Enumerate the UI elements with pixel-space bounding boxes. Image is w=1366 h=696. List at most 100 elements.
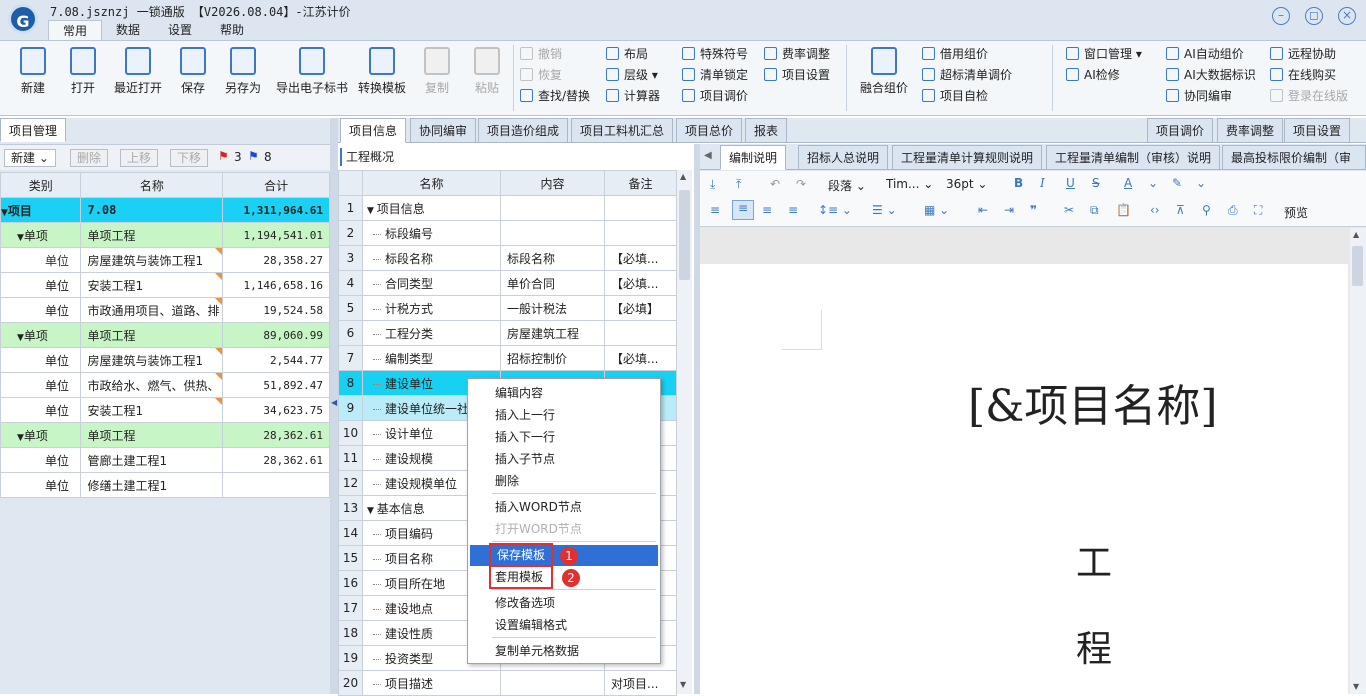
align-left-icon[interactable]: ≡ — [710, 203, 720, 217]
merge-pricing-button[interactable]: 融合组价 — [856, 47, 912, 96]
ai-repair-button[interactable]: AI检修 — [1066, 65, 1120, 85]
tab-common[interactable]: 常用 — [48, 20, 103, 40]
splitter[interactable]: ◀ — [330, 118, 338, 694]
tab-preparation-notes[interactable]: 编制说明 — [720, 145, 787, 170]
save-button[interactable]: 保存 — [172, 47, 214, 96]
justify-icon[interactable]: ≡ — [788, 203, 798, 217]
tab-list-compile-notes[interactable]: 工程量清单编制（审核）说明 — [1046, 145, 1221, 170]
table-row[interactable]: 单位 安装工程1 1,146,658.16 — [0, 272, 330, 298]
scroll-thumb[interactable] — [679, 190, 690, 280]
red-flag-icon[interactable]: ⚑ — [218, 149, 229, 163]
highlight-icon[interactable]: ✎ — [1172, 176, 1182, 190]
tab-settings[interactable]: 设置 — [154, 20, 206, 40]
tab-tenderer-notes[interactable]: 招标人总说明 — [798, 145, 889, 170]
table-row[interactable]: 5 计税方式 一般计税法 【必填】 — [338, 295, 677, 321]
row-note[interactable] — [604, 320, 677, 346]
export-bid-button[interactable]: 导出电子标书 — [272, 47, 352, 96]
table-row[interactable]: 单位 市政给水、燃气、供热、 51,892.47 — [0, 372, 330, 398]
row-name[interactable]: 合同类型 — [362, 270, 501, 296]
font-color-icon[interactable]: A — [1124, 176, 1132, 190]
font-size-select[interactable]: 36pt ⌄ — [946, 177, 987, 191]
collab-review-button[interactable]: 协同编审 — [1166, 86, 1232, 106]
table-row[interactable]: 单位 管廊土建工程1 28,362.61 — [0, 447, 330, 473]
strikethrough-icon[interactable]: S — [1092, 176, 1100, 190]
row-name[interactable]: 标段编号 — [362, 220, 501, 246]
tab-rate-adjust[interactable]: 费率调整 — [1217, 118, 1284, 143]
window-manage-button[interactable]: 窗口管理 ▾ — [1066, 44, 1142, 64]
table-row[interactable]: ▼单项 单项工程 28,362.61 — [0, 422, 330, 448]
project-settings-button[interactable]: 项目设置 — [764, 65, 830, 85]
stamp-icon[interactable]: ⚲ — [1202, 203, 1211, 217]
copy-button[interactable]: 复制 — [418, 47, 456, 96]
tab-project-info[interactable]: 项目信息 — [340, 118, 407, 143]
row-content[interactable]: 标段名称 — [500, 245, 605, 271]
paste-icon[interactable]: 📋 — [1116, 203, 1131, 217]
recent-open-button[interactable]: 最近打开 — [110, 47, 166, 96]
underline-icon[interactable]: U — [1066, 176, 1075, 190]
move-up-button[interactable]: 上移 — [120, 149, 159, 167]
remote-assist-button[interactable]: 远程协助 — [1270, 44, 1336, 64]
table-row[interactable]: 单位 修缮土建工程1 — [0, 472, 330, 498]
copy-icon[interactable]: ⧉ — [1090, 203, 1099, 218]
tab-reports[interactable]: 报表 — [745, 118, 788, 143]
maximize-icon[interactable]: ◻ — [1305, 7, 1323, 25]
close-icon[interactable]: × — [1338, 7, 1356, 25]
context-menu-item[interactable]: 插入下一行 — [468, 427, 660, 448]
tab-cost-composition[interactable]: 项目造价组成 — [478, 118, 569, 143]
table-row[interactable]: ▼单项 单项工程 89,060.99 — [0, 322, 330, 348]
table-row[interactable]: 单位 房屋建筑与装饰工程1 2,544.77 — [0, 347, 330, 373]
row-content[interactable]: 招标控制价 — [500, 345, 605, 371]
borrow-pricing-button[interactable]: 借用组价 — [922, 44, 988, 64]
row-content[interactable]: 房屋建筑工程 — [500, 320, 605, 346]
quote-icon[interactable]: ❞ — [1030, 203, 1037, 217]
level-button[interactable]: 层级 ▾ — [606, 65, 658, 85]
row-note[interactable]: 对项目... — [604, 670, 677, 696]
row-note[interactable] — [604, 195, 677, 221]
table-row[interactable]: 7 编制类型 招标控制价 【必填... — [338, 345, 677, 371]
minimize-icon[interactable]: – — [1272, 7, 1290, 25]
ai-auto-pricing-button[interactable]: AI自动组价 — [1166, 44, 1244, 64]
row-content[interactable] — [500, 195, 605, 221]
undo-icon[interactable]: ↶ — [770, 177, 780, 191]
row-name[interactable]: 标段名称 — [362, 245, 501, 271]
context-menu-item[interactable]: 编辑内容 — [468, 383, 660, 404]
print-icon[interactable]: ⎙ — [1228, 203, 1238, 218]
calculator-button[interactable]: 计算器 — [606, 86, 660, 106]
tab-calc-rules[interactable]: 工程量清单计算规则说明 — [892, 145, 1043, 170]
app-logo-icon[interactable]: G — [8, 4, 38, 34]
fullscreen-icon[interactable]: ⛶ — [1254, 203, 1262, 218]
online-buy-button[interactable]: 在线购买 — [1270, 65, 1336, 85]
row-note[interactable] — [604, 220, 677, 246]
table-row[interactable]: ▼项目 7.08 1,311,964.61 — [0, 197, 330, 223]
new-dropdown-button[interactable]: 新建 ⌄ — [4, 149, 56, 167]
find-replace-button[interactable]: 查找/替换 — [520, 86, 590, 106]
row-note[interactable]: 【必填... — [604, 245, 677, 271]
over-standard-adjust-button[interactable]: 超标清单调价 — [922, 65, 1012, 85]
project-price-adjust-button[interactable]: 项目调价 — [682, 86, 748, 106]
cut-icon[interactable]: ✂ — [1064, 203, 1074, 217]
code-icon[interactable]: ‹› — [1150, 203, 1160, 217]
row-name[interactable]: 编制类型 — [362, 345, 501, 371]
new-button[interactable]: 新建 — [12, 47, 54, 96]
table-row[interactable]: 3 标段名称 标段名称 【必填... — [338, 245, 677, 271]
line-height-icon[interactable]: ↕≡ ⌄ — [818, 203, 852, 217]
ai-bigdata-mark-button[interactable]: AI大数据标识 — [1166, 65, 1256, 85]
export-icon[interactable]: ⤒ — [736, 177, 741, 192]
document-scrollbar[interactable]: ▲ ▼ — [1350, 228, 1366, 694]
convert-template-button[interactable]: 转换模板 — [354, 47, 410, 96]
redo-icon[interactable]: ↷ — [796, 177, 806, 191]
font-select[interactable]: Tim... ⌄ — [886, 177, 933, 191]
table-row[interactable]: 1 ▼ 项目信息 — [338, 195, 677, 221]
row-content[interactable] — [500, 220, 605, 246]
open-button[interactable]: 打开 — [62, 47, 104, 96]
delete-button[interactable]: 删除 — [70, 149, 109, 167]
row-name[interactable]: 项目描述 — [362, 670, 501, 696]
blue-flag-icon[interactable]: ⚑ — [248, 149, 259, 163]
tab-project-total[interactable]: 项目总价 — [676, 118, 743, 143]
context-menu-item[interactable]: 设置编辑格式 — [468, 615, 660, 636]
italic-icon[interactable]: I — [1040, 176, 1045, 190]
tab-project-management[interactable]: 项目管理 — [0, 118, 67, 142]
preview-button[interactable]: 预览 — [1284, 204, 1308, 221]
table-row[interactable]: 单位 市政通用项目、道路、排 19,524.58 — [0, 297, 330, 323]
table-row[interactable]: 6 工程分类 房屋建筑工程 — [338, 320, 677, 346]
